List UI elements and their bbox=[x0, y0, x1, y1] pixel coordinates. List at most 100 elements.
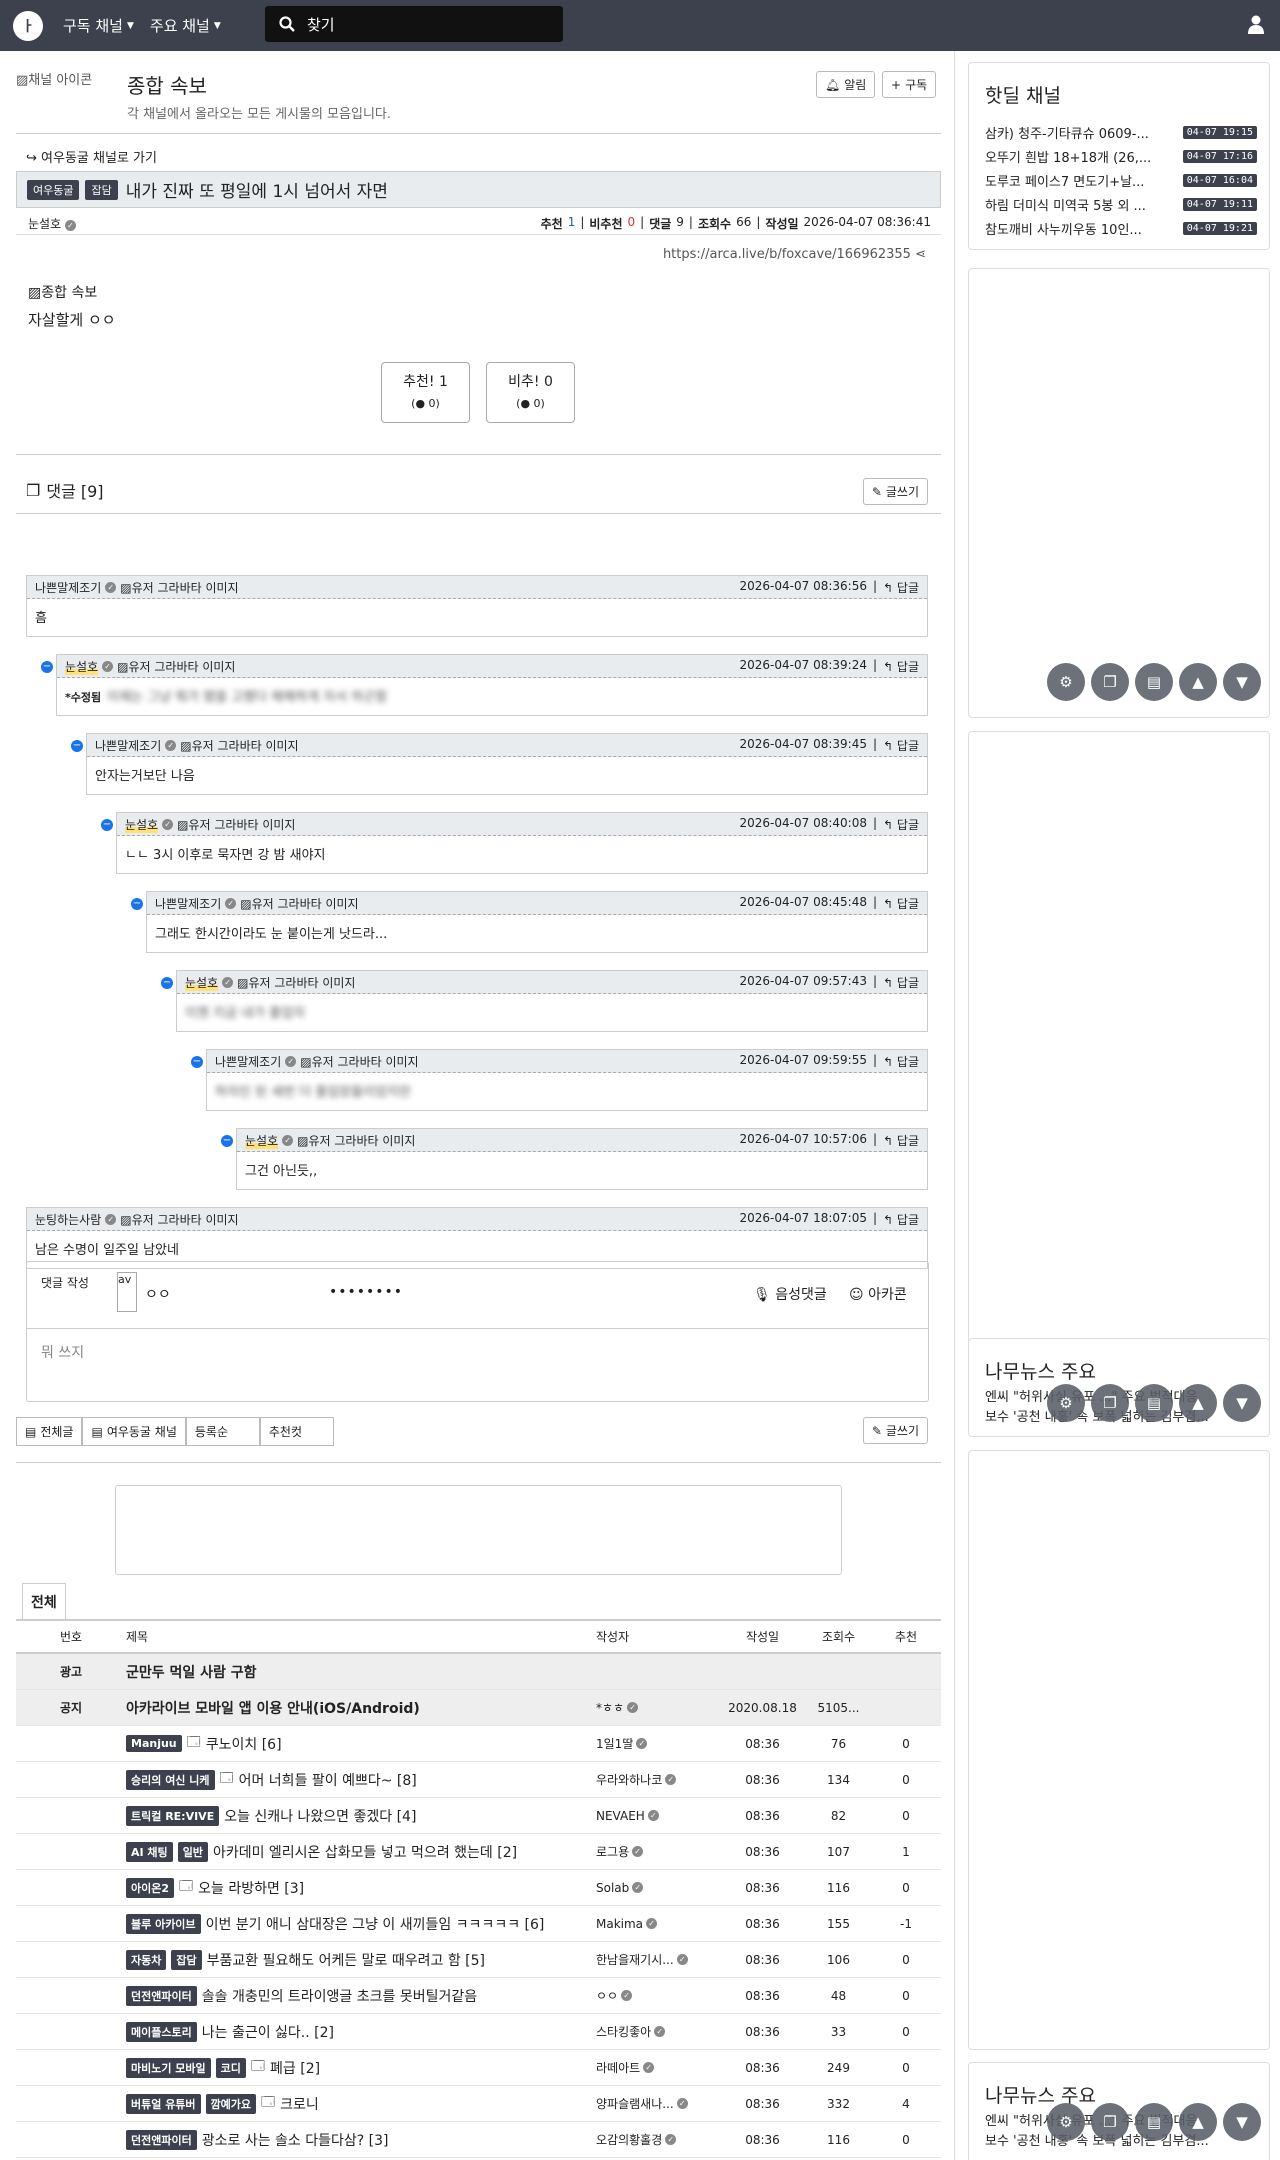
comment-author[interactable]: 눈설호 bbox=[245, 1131, 279, 1149]
post-url[interactable]: https://arca.live/b/foxcave/166962355 ⋖ bbox=[663, 247, 926, 262]
sidebar-ad[interactable] bbox=[968, 731, 1270, 1381]
comments-icon[interactable]: ❐ bbox=[1091, 663, 1129, 701]
collapse-icon[interactable]: − bbox=[71, 740, 83, 752]
row-title-cell[interactable]: 블루 아카이브 이번 분기 애니 삼대장은 그냥 이 새끼들임 ㅋㅋㅋㅋㅋ [6] bbox=[126, 1913, 596, 1934]
row-title-cell[interactable]: 승리의 여신 니케 🗔︎ 어머 너희들 팔이 예쁘다~ [8] bbox=[126, 1769, 596, 1791]
share-icon[interactable]: ⋖ bbox=[915, 247, 926, 262]
row-title-cell[interactable]: 트릭컬 RE:VIVE 오늘 신캐나 나왔으면 좋겠다 [4] bbox=[126, 1805, 596, 1826]
hotdeal-item[interactable]: 도루코 페이스7 면도기+날... 04-07 16:04 bbox=[985, 168, 1257, 192]
row-author[interactable]: 오감의황홀경 ✓ bbox=[596, 2131, 724, 2148]
row-title-cell[interactable]: AI 채팅 일반 아카데미 엘리시온 삽화모들 넣고 먹으려 했는데 [2] bbox=[126, 1841, 596, 1862]
row-author[interactable]: *ㅎㅎ ✓ bbox=[596, 1699, 724, 1716]
row-author[interactable]: 한남을재기시... ✓ bbox=[596, 1951, 724, 1968]
tab-best-cut[interactable]: 추천컷 bbox=[259, 1417, 334, 1446]
scroll-down-icon[interactable]: ▼ bbox=[1223, 2103, 1261, 2141]
row-author[interactable]: 양파슬램새나... ✓ bbox=[596, 2095, 724, 2112]
comment-author[interactable]: 나쁜말제조기 bbox=[35, 579, 101, 596]
collapse-icon[interactable]: − bbox=[101, 819, 113, 831]
table-row[interactable]: 버튜얼 유튜버 깜예가요 🗔︎ 크로니 양파슬램새나... ✓ 08:36 332 4 bbox=[16, 2086, 941, 2122]
channel-badge[interactable]: 승리의 여신 니케 bbox=[126, 1769, 215, 1790]
comment-author[interactable]: 나쁜말제조기 bbox=[215, 1053, 281, 1070]
comments-icon[interactable]: ❐ bbox=[1091, 1384, 1129, 1422]
comments-icon[interactable]: ❐ bbox=[1091, 2103, 1129, 2141]
arcacon-button[interactable]: ☺ 아카콘 bbox=[849, 1284, 907, 1304]
reply-button[interactable]: ↰ 답글 bbox=[883, 658, 919, 675]
channel-badge[interactable]: 트릭컬 RE:VIVE bbox=[126, 1805, 220, 1826]
channel-badge[interactable]: 잡담 bbox=[171, 1949, 202, 1970]
collapse-icon[interactable]: − bbox=[161, 977, 173, 989]
subscribe-button[interactable]: + 구독 bbox=[882, 71, 937, 98]
upvote-button[interactable]: 추천! 1 (● 0) bbox=[381, 362, 470, 423]
comment-author[interactable]: 눈설호 bbox=[65, 657, 99, 675]
goto-channel-link[interactable]: ↪ 여우동굴 채널로 가기 bbox=[26, 147, 157, 166]
ad-banner[interactable] bbox=[115, 1485, 842, 1575]
scroll-up-icon[interactable]: ▲ bbox=[1179, 2103, 1217, 2141]
password-field[interactable]: •••••••• bbox=[329, 1284, 403, 1300]
channel-badge[interactable]: 깜예가요 bbox=[205, 2093, 257, 2114]
settings-icon[interactable]: ⚙ bbox=[1047, 1384, 1085, 1422]
row-title-cell[interactable]: 자동차 잡담 부품교환 필요해도 어케든 말로 때우려고 함 [5] bbox=[126, 1949, 596, 1970]
channel-badge[interactable]: 블루 아카이브 bbox=[126, 1913, 201, 1934]
hotdeal-item[interactable]: 삼카) 청주-기타큐슈 0609-... 04-07 19:15 bbox=[985, 120, 1257, 144]
search-input[interactable]: 찾기 bbox=[265, 6, 563, 42]
collapse-icon[interactable]: − bbox=[41, 661, 53, 673]
table-row[interactable]: 메이플스토리 나는 출근이 싫다.. [2] 스타킹좋아 ✓ 08:36 33 0 bbox=[16, 2014, 941, 2050]
collapse-icon[interactable]: − bbox=[131, 898, 143, 910]
row-title-cell[interactable]: 던전앤파이터 솔솔 개충민의 트라이앵글 초크를 못버틸거같음 bbox=[126, 1985, 596, 2006]
write-button[interactable]: ✎ 글쓰기 bbox=[862, 478, 928, 505]
comment-author[interactable]: 나쁜말제조기 bbox=[95, 737, 161, 754]
hotdeal-item[interactable]: 하림 더미식 미역국 5봉 외 ... 04-07 19:11 bbox=[985, 192, 1257, 216]
row-author[interactable]: 1일1딸 ✓ bbox=[596, 1735, 724, 1752]
table-row[interactable]: 블루 아카이브 이번 분기 애니 삼대장은 그냥 이 새끼들임 ㅋㅋㅋㅋㅋ [6]… bbox=[16, 1906, 941, 1942]
tab-sort-registered[interactable]: 등록순 bbox=[185, 1417, 260, 1446]
category-badge[interactable]: 잡담 bbox=[85, 179, 118, 200]
channel-badge[interactable]: 여우동굴 bbox=[27, 179, 80, 200]
collapse-icon[interactable]: − bbox=[221, 1135, 233, 1147]
user-icon[interactable] bbox=[1246, 14, 1266, 34]
collapse-icon[interactable]: − bbox=[191, 1056, 203, 1068]
comment-textarea[interactable]: 뭐 쓰지 bbox=[41, 1342, 84, 1362]
channel-badge[interactable]: 던전앤파이터 bbox=[126, 2129, 197, 2150]
table-row[interactable]: 던전앤파이터 광소로 사는 솔소 다들다삼? [3] 오감의황홀경 ✓ 08:36 116… bbox=[16, 2122, 941, 2158]
row-title-cell[interactable]: 던전앤파이터 광소로 사는 솔소 다들다삼? [3] bbox=[126, 2129, 596, 2150]
voice-comment-button[interactable]: 🎙︎ 음성댓글 bbox=[753, 1284, 827, 1304]
row-author[interactable]: Solab ✓ bbox=[596, 1881, 724, 1895]
row-title-cell[interactable]: 메이플스토리 나는 출근이 싫다.. [2] bbox=[126, 2021, 596, 2042]
downvote-button[interactable]: 비추! 0 (● 0) bbox=[486, 362, 575, 423]
channel-badge[interactable]: 던전앤파이터 bbox=[126, 1985, 197, 2006]
reply-button[interactable]: ↰ 답글 bbox=[883, 737, 919, 754]
reply-button[interactable]: ↰ 답글 bbox=[883, 579, 919, 596]
row-author[interactable]: 우라와하나코 ✓ bbox=[596, 1771, 724, 1788]
comment-author[interactable]: 눈팅하는사람 bbox=[35, 1211, 101, 1228]
post-author[interactable]: 눈설호 ✓ bbox=[28, 215, 76, 232]
table-row[interactable]: AI 채팅 일반 아카데미 엘리시온 삽화모들 넣고 먹으려 했는데 [2] 로그용 ✓… bbox=[16, 1834, 941, 1870]
channel-badge[interactable]: 코디 bbox=[215, 2057, 246, 2078]
reply-button[interactable]: ↰ 답글 bbox=[883, 974, 919, 991]
namu-news-title[interactable]: 나무뉴스 주요 bbox=[985, 1357, 1269, 1384]
reply-button[interactable]: ↰ 답글 bbox=[883, 1132, 919, 1149]
table-row[interactable]: 던전앤파이터 솔솔 개충민의 트라이앵글 초크를 못버틸거같음 ㅇㅇ ✓ 08:36 48… bbox=[16, 1978, 941, 2014]
comment-author[interactable]: 눈설호 bbox=[125, 815, 159, 833]
channel-badge[interactable]: 자동차 bbox=[126, 1949, 167, 1970]
arca-logo[interactable]: ㅏ bbox=[13, 10, 43, 41]
list-icon[interactable]: ▤ bbox=[1135, 2103, 1173, 2141]
comment-author[interactable]: 눈설호 bbox=[185, 973, 219, 991]
hotdeal-item[interactable]: 참도깨비 사누끼우동 10인... 04-07 19:21 bbox=[985, 216, 1257, 240]
channel-badge[interactable]: 마비노기 모바일 bbox=[126, 2057, 211, 2078]
table-row[interactable]: 승리의 여신 니케 🗔︎ 어머 너희들 팔이 예쁘다~ [8] 우라와하나코 ✓ 08:3… bbox=[16, 1762, 941, 1798]
main-channels-menu[interactable]: 주요 채널 ▼ bbox=[150, 15, 221, 36]
reply-button[interactable]: ↰ 답글 bbox=[883, 816, 919, 833]
table-row[interactable]: 트릭컬 RE:VIVE 오늘 신캐나 나왔으면 좋겠다 [4] NEVAEH ✓ 08:… bbox=[16, 1798, 941, 1834]
channel-badge[interactable]: 일반 bbox=[177, 1841, 208, 1862]
channel-badge[interactable]: 메이플스토리 bbox=[126, 2021, 197, 2042]
table-row[interactable]: Manjuu 🗔︎ 쿠노이치 [6] 1일1딸 ✓ 08:36 76 0 bbox=[16, 1726, 941, 1762]
channel-badge[interactable]: 버튜얼 유튜버 bbox=[126, 2093, 201, 2114]
row-author[interactable]: 로그용 ✓ bbox=[596, 1843, 724, 1860]
channel-badge[interactable]: Manjuu bbox=[126, 1735, 182, 1752]
channel-badge[interactable]: 아이온2 bbox=[126, 1877, 175, 1898]
row-title-cell[interactable]: 아이온2 🗔︎ 오늘 라방하면 [3] bbox=[126, 1877, 596, 1899]
reply-button[interactable]: ↰ 답글 bbox=[883, 895, 919, 912]
table-row[interactable]: 마비노기 모바일 코디 🗔︎ 폐급 [2] 라떼아트 ✓ 08:36 249 0 bbox=[16, 2050, 941, 2086]
hotdeal-title[interactable]: 핫딜 채널 bbox=[985, 81, 1269, 108]
sidebar-ad[interactable] bbox=[968, 268, 1270, 718]
